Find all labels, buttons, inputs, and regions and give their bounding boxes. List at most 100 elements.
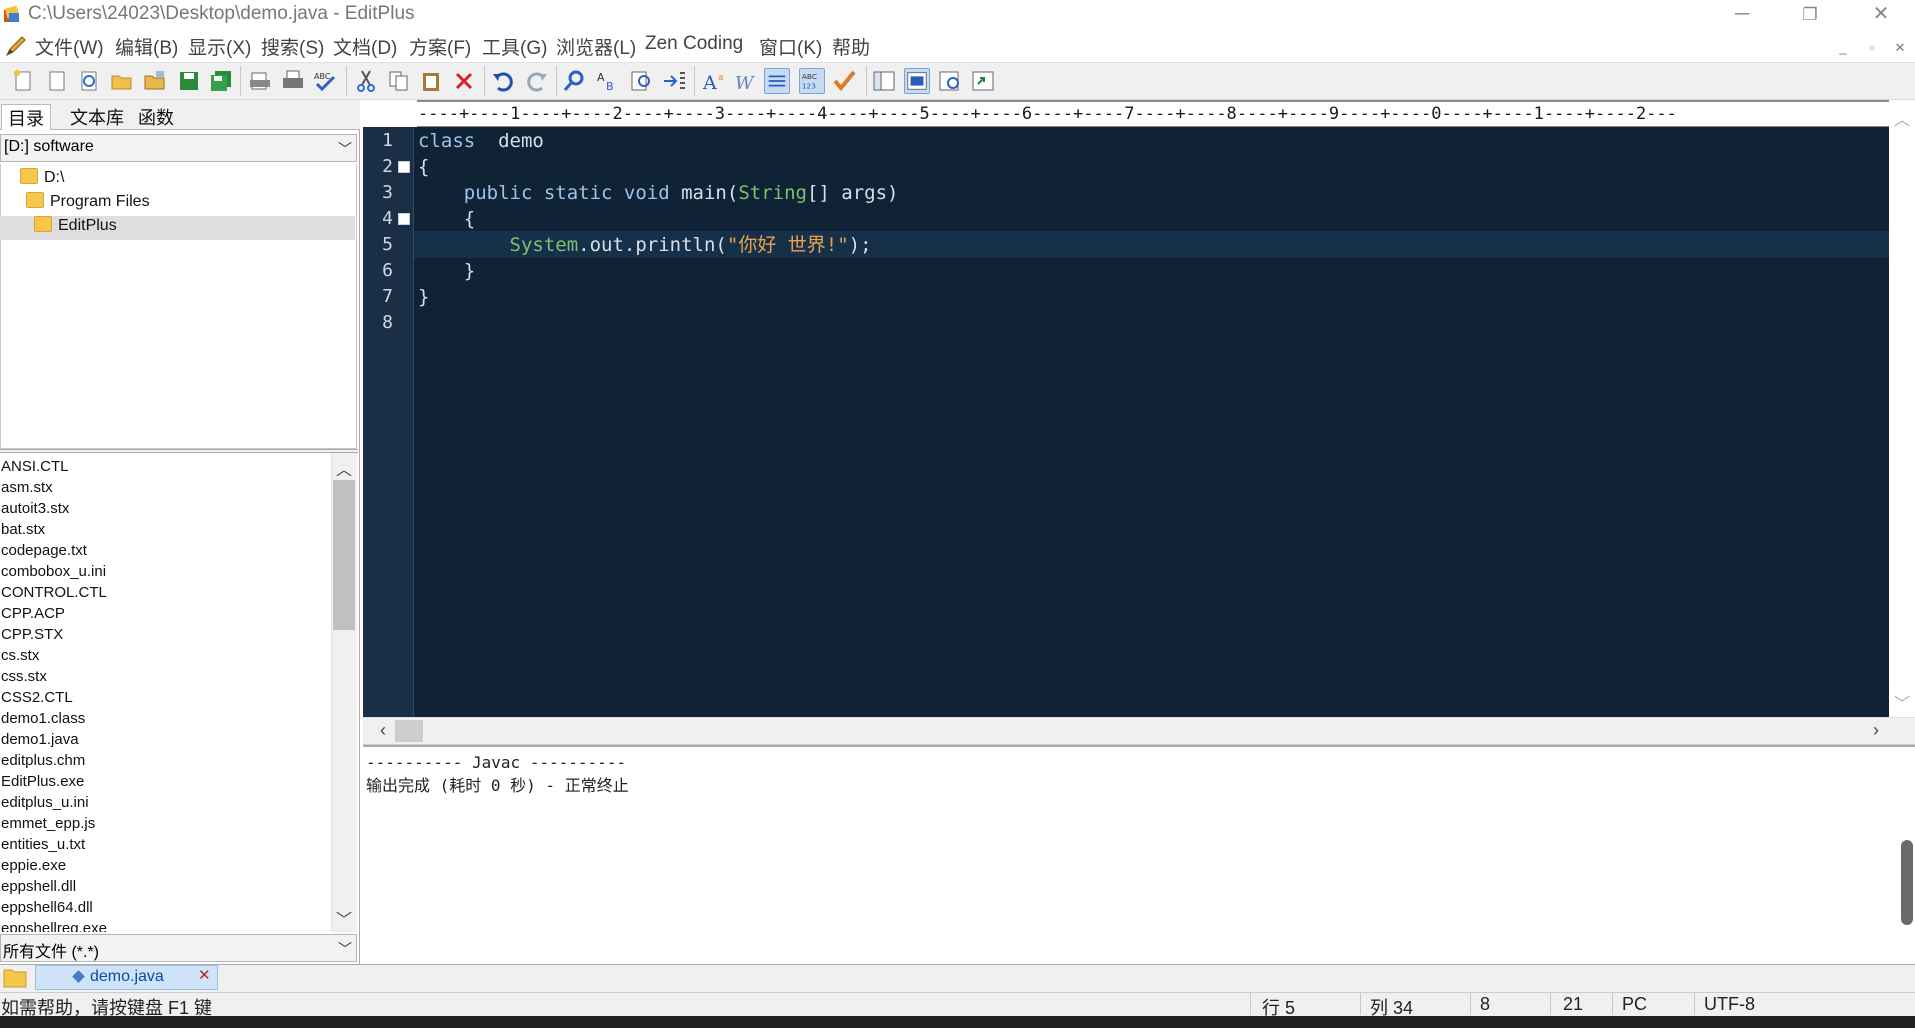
mdi-restore-button[interactable]: ▫ — [1861, 38, 1883, 58]
scrollbar-thumb[interactable] — [333, 480, 355, 630]
output-window-icon[interactable] — [904, 68, 930, 94]
menu-project[interactable]: 方案(F) — [409, 33, 471, 60]
list-item[interactable]: eppshell.dll — [1, 876, 76, 897]
list-item[interactable]: ANSI.CTL — [1, 456, 69, 477]
menu-search[interactable]: 搜索(S) — [261, 33, 324, 60]
fold-marker-icon[interactable] — [398, 213, 410, 225]
new-blank-icon[interactable] — [44, 68, 70, 94]
folder-icon[interactable] — [3, 967, 27, 988]
save-all-icon[interactable] — [208, 68, 234, 94]
tree-item-editplus[interactable]: EditPlus — [0, 216, 355, 240]
list-item[interactable]: CPP.ACP — [1, 603, 65, 624]
list-item[interactable]: CSS2.CTL — [1, 687, 73, 708]
document-tab[interactable]: demo.java — [35, 965, 218, 990]
close-button[interactable]: ✕ — [1855, 0, 1907, 29]
list-item[interactable]: entities_u.txt — [1, 834, 85, 855]
drive-select[interactable]: [D:] software ﹀ — [0, 134, 357, 162]
list-item[interactable]: editplus_u.ini — [1, 792, 89, 813]
delete-icon[interactable] — [451, 68, 477, 94]
print-preview-icon[interactable] — [247, 68, 273, 94]
list-item[interactable]: cs.stx — [1, 645, 39, 666]
panel-tab-bar — [0, 100, 360, 130]
list-item[interactable]: eppshellreg.exe — [1, 918, 107, 932]
new-file-icon[interactable] — [10, 68, 36, 94]
scrollbar-thumb[interactable] — [395, 720, 423, 742]
line-number-icon[interactable] — [764, 68, 790, 94]
find-in-files-icon[interactable] — [628, 68, 654, 94]
undo-icon[interactable] — [490, 68, 516, 94]
code-string: "你好 世界!" — [726, 234, 849, 256]
list-item[interactable]: EditPlus.exe — [1, 771, 84, 792]
tab-functions[interactable]: 函数 — [132, 104, 180, 130]
scroll-left-icon[interactable]: ‹ — [371, 720, 395, 741]
close-tab-icon[interactable]: ✕ — [198, 966, 211, 984]
browser-preview-icon[interactable] — [970, 68, 996, 94]
file-filter-select[interactable]: 所有文件 (*.*) ﹀ — [0, 934, 357, 962]
menu-zen-coding[interactable]: Zen Coding — [645, 33, 743, 55]
code-editor[interactable] — [414, 127, 1889, 717]
list-item[interactable]: demo1.java — [1, 729, 79, 750]
word-wrap-icon[interactable]: W — [734, 68, 760, 94]
scroll-up-icon[interactable]: ︿ — [332, 456, 356, 480]
scroll-up-icon[interactable]: ︿ — [1890, 106, 1914, 130]
editor-horizontal-scrollbar[interactable] — [363, 717, 1915, 745]
list-item[interactable]: editplus.chm — [1, 750, 85, 771]
menu-browser[interactable]: 浏览器(L) — [556, 33, 636, 60]
list-item[interactable]: css.stx — [1, 666, 47, 687]
editplus-app-icon — [4, 5, 20, 22]
list-item[interactable]: CPP.STX — [1, 624, 63, 645]
menu-edit[interactable]: 编辑(B) — [115, 33, 178, 60]
list-item[interactable]: demo1.class — [1, 708, 85, 729]
tab-cliptext[interactable]: 文本库 — [64, 104, 130, 130]
scroll-down-icon[interactable]: ﹀ — [1890, 690, 1914, 714]
copy-icon[interactable] — [386, 68, 412, 94]
menu-help[interactable]: 帮助 — [832, 33, 870, 60]
status-divider — [1694, 993, 1695, 1015]
list-item[interactable]: eppie.exe — [1, 855, 66, 876]
check-icon[interactable] — [831, 68, 857, 94]
new-html-icon[interactable] — [76, 68, 102, 94]
paste-icon[interactable] — [418, 68, 444, 94]
fold-marker-icon[interactable] — [398, 161, 410, 173]
menu-window[interactable]: 窗口(K) — [759, 33, 822, 60]
cut-icon[interactable] — [353, 68, 379, 94]
goto-line-icon[interactable] — [661, 68, 687, 94]
list-item[interactable]: autoit3.stx — [1, 498, 69, 519]
list-item[interactable]: bat.stx — [1, 519, 45, 540]
list-item[interactable]: emmet_epp.js — [1, 813, 95, 834]
tree-item-drive[interactable]: D:\ — [0, 168, 355, 192]
list-item[interactable]: eppshell64.dll — [1, 897, 93, 918]
list-item[interactable]: asm.stx — [1, 477, 53, 498]
tab-directory[interactable]: 目录 — [1, 104, 51, 130]
font-icon[interactable]: Aa — [701, 68, 727, 94]
list-item[interactable]: codepage.txt — [1, 540, 87, 561]
mdi-minimize-button[interactable]: _ — [1832, 38, 1854, 58]
mdi-close-button[interactable]: ✕ — [1889, 38, 1911, 58]
scroll-right-icon[interactable]: › — [1864, 720, 1888, 741]
menu-view[interactable]: 显示(X) — [188, 33, 251, 60]
redo-icon[interactable] — [524, 68, 550, 94]
output-scrollbar-thumb[interactable] — [1901, 840, 1913, 925]
open-remote-icon[interactable] — [142, 68, 168, 94]
tree-item-program-files[interactable]: Program Files — [0, 192, 355, 216]
restore-button[interactable]: ❐ — [1784, 0, 1836, 29]
editor-vertical-scrollbar[interactable] — [1889, 100, 1915, 717]
menu-document[interactable]: 文档(D) — [333, 33, 397, 60]
toolbar-separator — [556, 66, 557, 96]
print-icon[interactable] — [280, 68, 306, 94]
open-icon[interactable] — [109, 68, 135, 94]
find-icon[interactable] — [561, 68, 587, 94]
ruler-icon[interactable]: ABC123 — [799, 68, 825, 94]
save-icon[interactable] — [176, 68, 202, 94]
menu-tools[interactable]: 工具(G) — [482, 33, 547, 60]
spellcheck-icon[interactable]: ABC — [312, 68, 338, 94]
scroll-down-icon[interactable]: ﹀ — [332, 906, 356, 930]
line-number: 3 — [382, 182, 393, 203]
cliptext-icon[interactable] — [937, 68, 963, 94]
minimize-button[interactable]: ─ — [1716, 0, 1768, 29]
list-item[interactable]: CONTROL.CTL — [1, 582, 107, 603]
replace-icon[interactable]: AB — [595, 68, 621, 94]
menu-file[interactable]: 文件(W) — [35, 33, 104, 60]
list-item[interactable]: combobox_u.ini — [1, 561, 106, 582]
directory-panel-icon[interactable] — [871, 68, 897, 94]
